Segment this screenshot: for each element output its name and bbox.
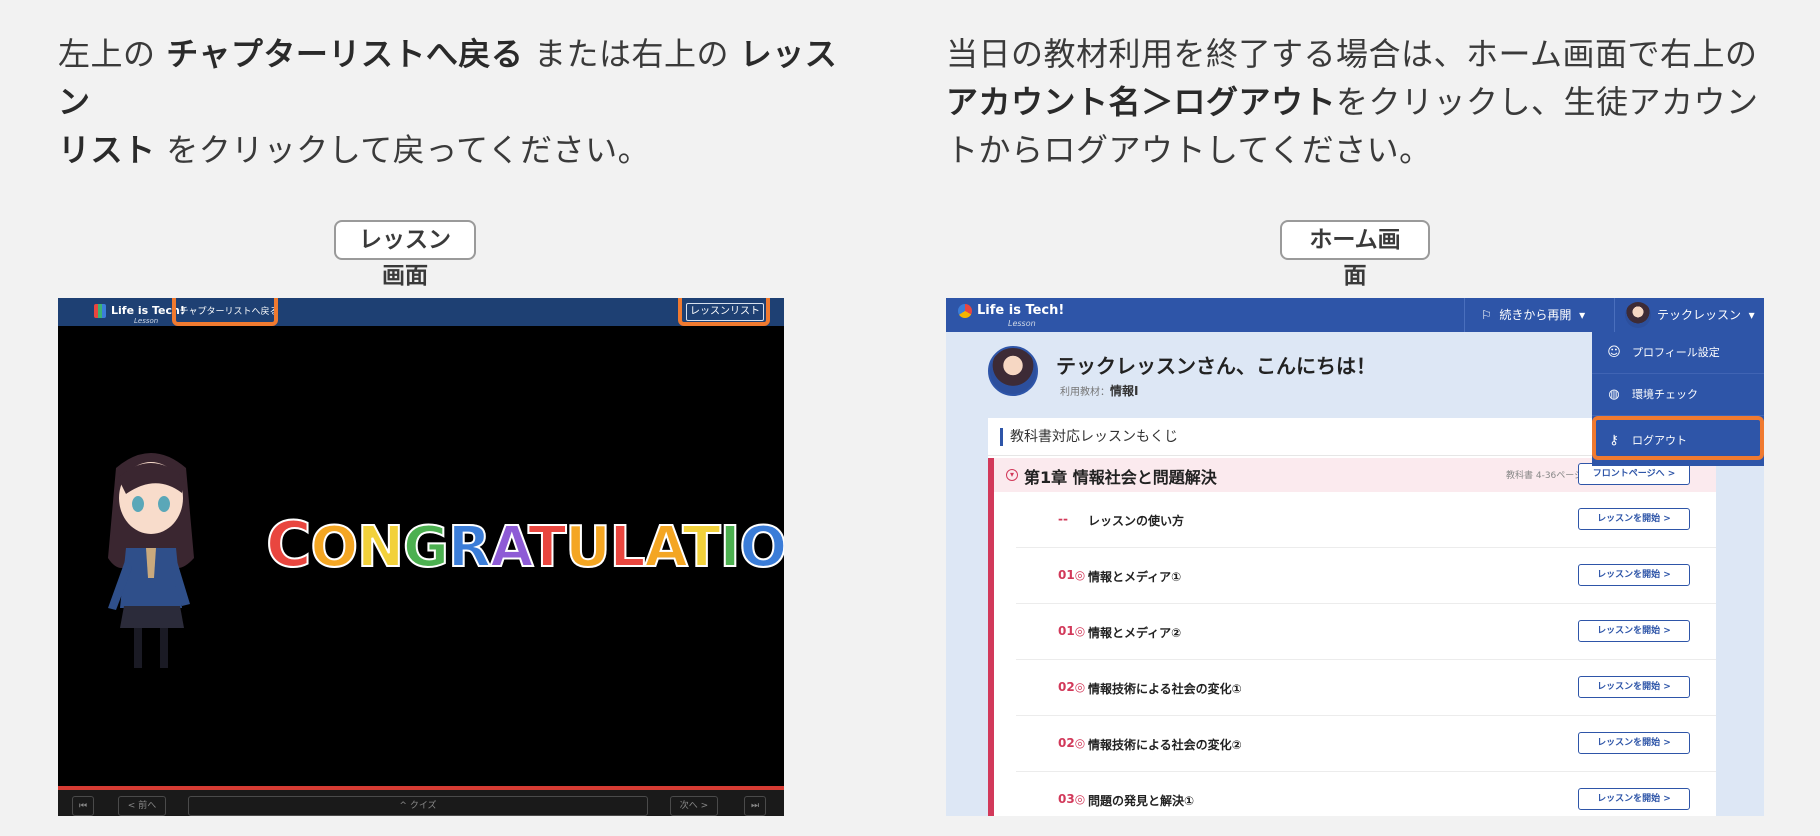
list-item: 01◎ 情報とメディア① レッスンを開始 >	[1016, 548, 1716, 604]
profile-avatar	[988, 346, 1038, 396]
lesson-number: 03◎	[1058, 792, 1086, 806]
skip-back-icon[interactable]: ⏮	[72, 796, 94, 816]
material-label: 利用教材：	[1060, 387, 1110, 398]
home-logo[interactable]: Life is Tech! Lesson	[958, 303, 1065, 328]
globe-icon: ◍	[1608, 387, 1620, 402]
list-item: 02◎ 情報技術による社会の変化② レッスンを開始 >	[1016, 716, 1716, 772]
home-screen-caption: ホーム画面	[1280, 220, 1430, 289]
account-menu-button[interactable]: テックレッスン ▾	[1614, 298, 1764, 332]
lesson-screen: Life is Tech! Lesson チャプターリストへ戻る レッスンリスト…	[58, 298, 784, 816]
highlight-frame	[678, 298, 770, 326]
instruction-emphasis: アカウント名＞ログアウト	[946, 83, 1337, 121]
instruction-text: をクリックし、生徒アカウン	[1336, 83, 1759, 121]
instruction-emphasis: チャプターリストへ戻る	[166, 35, 524, 73]
start-lesson-button[interactable]: レッスンを開始 >	[1578, 564, 1690, 586]
logo-mark-icon	[94, 304, 106, 318]
list-item: 03◎ 問題の発見と解決① レッスンを開始 >	[1016, 772, 1716, 816]
greeting-text: テックレッスンさん、こんにちは！	[1056, 354, 1376, 378]
lesson-number: 01◎	[1058, 568, 1086, 582]
next-button[interactable]: 次へ >	[670, 796, 718, 816]
instruction-text: 当日の教材利用を終了する場合は、ホーム画面で右上の	[946, 35, 1758, 73]
lesson-name: 問題の発見と解決①	[1088, 794, 1195, 808]
front-page-button[interactable]: フロントページへ >	[1578, 463, 1690, 485]
menu-item-label: プロフィール設定	[1632, 346, 1720, 359]
start-lesson-button[interactable]: レッスンを開始 >	[1578, 676, 1690, 698]
menu-item-profile-settings[interactable]: ☺ プロフィール設定	[1592, 332, 1764, 374]
user-icon: ☺	[1607, 345, 1621, 360]
lesson-bottombar: ⏮ < 前へ ^ クイズ 次へ > ⏭	[58, 790, 784, 816]
instruction-text: をクリックして戻ってください。	[155, 131, 651, 169]
collapse-icon[interactable]: ▾	[1006, 469, 1018, 481]
congratulations-text: CONGRATULATIONS!	[265, 507, 784, 582]
lesson-number: 02◎	[1058, 736, 1086, 750]
resume-label: 続きから再開	[1499, 308, 1572, 322]
material-value: 情報Ⅰ	[1110, 384, 1139, 398]
lesson-toc: 教科書対応レッスンもくじ ▾ 第1章 情報社会と問題解決 教科書 4-36ページ…	[988, 418, 1716, 816]
chapter-rail	[988, 492, 994, 816]
character-illustration	[108, 453, 194, 668]
skip-forward-icon[interactable]: ⏭	[744, 796, 766, 816]
home-instruction: 当日の教材利用を終了する場合は、ホーム画面で右上の アカウント名＞ログアウトをクリ…	[946, 30, 1759, 174]
list-item: -- レッスンの使い方 レッスンを開始 >	[1016, 492, 1716, 548]
lesson-number: 01◎	[1058, 624, 1086, 638]
caret-down-icon: ▾	[1748, 308, 1755, 322]
lesson-name: 情報技術による社会の変化②	[1088, 738, 1242, 752]
lesson-screen-caption: レッスン画面	[334, 220, 476, 289]
home-screen: Life is Tech! Lesson ⚐ 続きから再開 ▾ テックレッスン …	[946, 298, 1764, 816]
lesson-name: 情報とメディア②	[1088, 626, 1182, 640]
instruction-text: または右上の	[523, 35, 740, 73]
menu-item-environment-check[interactable]: ◍ 環境チェック	[1592, 374, 1764, 416]
menu-item-label: 環境チェック	[1632, 388, 1698, 401]
logo-subtext: Lesson	[134, 317, 159, 325]
highlight-frame	[172, 298, 278, 326]
start-lesson-button[interactable]: レッスンを開始 >	[1578, 732, 1690, 754]
lesson-name: 情報とメディア①	[1088, 570, 1182, 584]
list-item: 01◎ 情報とメディア② レッスンを開始 >	[1016, 604, 1716, 660]
list-item: 02◎ 情報技術による社会の変化① レッスンを開始 >	[1016, 660, 1716, 716]
material-info: 利用教材：情報Ⅰ	[1060, 382, 1138, 399]
account-name: テックレッスン	[1657, 308, 1742, 322]
resume-button[interactable]: ⚐ 続きから再開 ▾	[1464, 298, 1614, 332]
instruction-text: 左上の	[58, 35, 167, 73]
prev-button[interactable]: < 前へ	[118, 796, 166, 816]
lesson-name: レッスンの使い方	[1088, 514, 1185, 528]
logo-subtext: Lesson	[1008, 319, 1036, 328]
instruction-text: トからログアウトしてください。	[946, 131, 1432, 169]
logo-text: Life is Tech!	[977, 303, 1065, 318]
start-lesson-button[interactable]: レッスンを開始 >	[1578, 620, 1690, 642]
lesson-number: --	[1058, 512, 1068, 526]
start-lesson-button[interactable]: レッスンを開始 >	[1578, 788, 1690, 810]
congratulations-banner: CONGRATULATIONS!	[265, 507, 784, 582]
avatar	[1625, 302, 1651, 328]
chapter-pages: 教科書 4-36ページ	[1506, 471, 1584, 481]
logo-mark-icon	[958, 304, 972, 318]
instruction-emphasis: リスト	[58, 131, 156, 169]
chapter-title: 第1章 情報社会と問題解決	[1024, 468, 1217, 487]
lesson-instruction: 左上の チャプターリストへ戻る または右上の レッスン リスト をクリックして戻っ…	[58, 30, 858, 174]
highlight-frame	[1592, 416, 1764, 460]
start-lesson-button[interactable]: レッスンを開始 >	[1578, 508, 1690, 530]
lesson-number: 02◎	[1058, 680, 1086, 694]
quiz-button[interactable]: ^ クイズ	[188, 796, 648, 816]
caret-down-icon: ▾	[1579, 308, 1586, 322]
flag-icon: ⚐	[1481, 308, 1492, 322]
lesson-name: 情報技術による社会の変化①	[1088, 682, 1242, 696]
